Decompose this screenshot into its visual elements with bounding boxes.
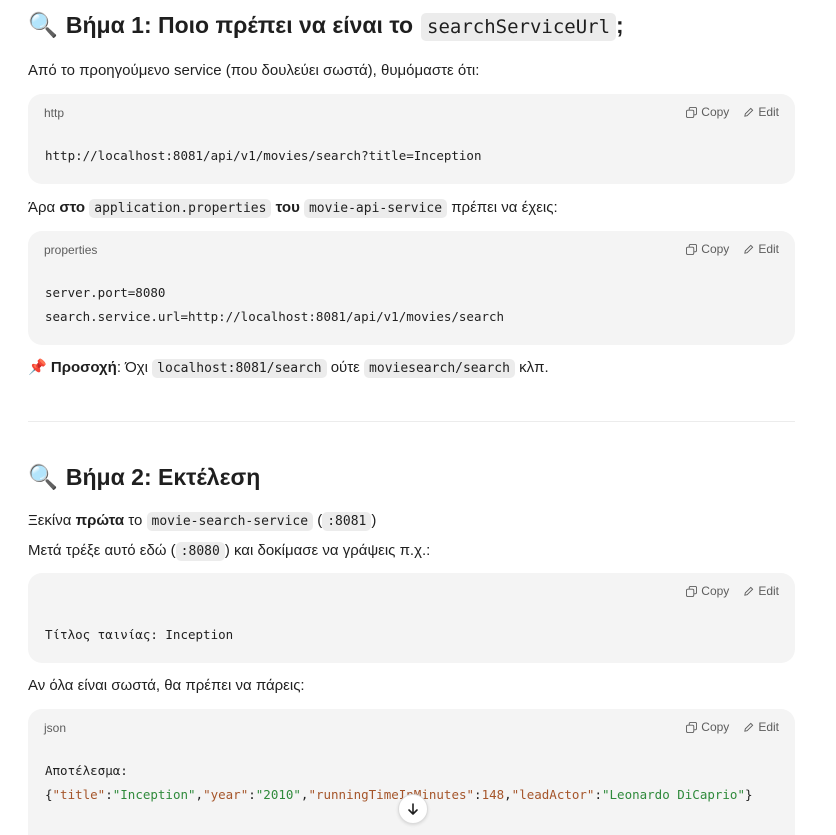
magnifier-icon: 🔍: [28, 11, 58, 39]
copy-icon: [686, 243, 698, 255]
text: (: [313, 512, 323, 529]
json-string: "2010": [255, 787, 301, 802]
pushpin-icon: 📌: [28, 359, 47, 376]
pencil-icon: [744, 722, 754, 732]
copy-button[interactable]: Copy: [686, 242, 729, 256]
text: Όχι: [121, 359, 153, 376]
code-actions: Copy Edit: [686, 720, 779, 734]
step1-suffix: ;: [616, 12, 624, 38]
magnifier-icon: 🔍: [28, 463, 58, 491]
paragraph-intro: Από το προηγούμενο service (που δουλεύει…: [28, 62, 480, 79]
step2-title: Βήμα 2: Εκτέλεση: [65, 464, 261, 490]
chat-message: 🔍 Βήμα 1: Ποιο πρέπει να είναι το search…: [0, 0, 836, 835]
paragraph-run: Μετά τρέξε αυτό εδώ (:8080) και δοκίμασε…: [28, 540, 430, 563]
code-block-plain: Copy Edit Τίτλος ταινίας: Inception: [28, 573, 795, 663]
inline-code: localhost:8081/search: [152, 359, 327, 378]
section-divider: [28, 421, 795, 422]
code-block-http: http Copy Edit http://localhost:8081/api…: [28, 94, 795, 184]
step1-code: searchServiceUrl: [421, 13, 617, 41]
note-paragraph: 📌 Προσοχή: Όχι localhost:8081/search ούτ…: [28, 357, 549, 380]
pencil-icon: [744, 244, 754, 254]
text: το: [124, 512, 147, 529]
bold-text: του: [275, 199, 300, 216]
scroll-to-bottom-button[interactable]: [398, 794, 428, 824]
pencil-icon: [744, 586, 754, 596]
json-key: "year": [203, 787, 249, 802]
inline-code: :8080: [175, 542, 225, 561]
edit-label: Edit: [758, 105, 779, 119]
json-number: 148: [481, 787, 505, 802]
text: Άρα: [28, 199, 60, 216]
text: ούτε: [326, 359, 365, 376]
inline-code: moviesearch/search: [364, 359, 515, 378]
code-line: http://localhost:8081/api/v1/movies/sear…: [45, 148, 482, 163]
copy-icon: [686, 585, 698, 597]
text: Ξεκίνα: [28, 512, 76, 529]
step2-heading: 🔍 Βήμα 2: Εκτέλεση: [28, 464, 260, 491]
code-actions: Copy Edit: [686, 584, 779, 598]
pencil-icon: [744, 107, 754, 117]
copy-button[interactable]: Copy: [686, 720, 729, 734]
code-line: Αποτέλεσμα:: [45, 763, 128, 778]
inline-code: movie-api-service: [303, 199, 448, 218]
copy-button[interactable]: Copy: [686, 584, 729, 598]
paragraph-expected: Αν όλα είναι σωστά, θα πρέπει να πάρεις:: [28, 677, 305, 694]
note-label: Προσοχή: [50, 359, 117, 376]
edit-button[interactable]: Edit: [743, 720, 779, 734]
code-line: server.port=8080: [45, 285, 166, 300]
text: ): [371, 512, 377, 529]
edit-button[interactable]: Edit: [743, 242, 779, 256]
inline-code: movie-search-service: [146, 512, 314, 531]
copy-label: Copy: [701, 242, 730, 256]
code-actions: Copy Edit: [686, 242, 779, 256]
code-line: Τίτλος ταινίας: Inception: [45, 627, 234, 642]
copy-label: Copy: [701, 720, 730, 734]
json-brace: {: [45, 787, 53, 802]
copy-button[interactable]: Copy: [686, 105, 729, 119]
text: ) και δοκίμασε να γράψεις π.χ.:: [224, 542, 431, 559]
bold-text: στο: [59, 199, 86, 216]
text: πρέπει να έχεις:: [447, 199, 558, 216]
bold-text: πρώτα: [75, 512, 125, 529]
code-content: Αποτέλεσμα: {"title":"Inception","year":"…: [45, 759, 753, 807]
text: Μετά τρέξε αυτό εδώ (: [28, 542, 176, 559]
copy-icon: [686, 106, 698, 118]
step1-title: Βήμα 1: Ποιο πρέπει να είναι το: [65, 12, 414, 38]
json-string: "Inception": [112, 787, 196, 802]
code-lang-label: properties: [44, 243, 98, 257]
json-key: "leadActor": [511, 787, 595, 802]
edit-label: Edit: [758, 720, 779, 734]
copy-icon: [686, 721, 698, 733]
text: κλπ.: [514, 359, 549, 376]
arrow-down-icon: [408, 803, 418, 815]
edit-label: Edit: [758, 584, 779, 598]
json-string: "Leonardo DiCaprio": [602, 787, 745, 802]
inline-code: application.properties: [89, 199, 272, 218]
code-lang-label: http: [44, 106, 65, 120]
paragraph-properties: Άρα στο application.properties του movie…: [28, 197, 558, 220]
code-block-properties: properties Copy Edit server.port=8080 sea…: [28, 231, 795, 345]
json-brace: }: [745, 787, 753, 802]
edit-button[interactable]: Edit: [743, 105, 779, 119]
code-line: search.service.url=http://localhost:8081…: [45, 309, 505, 324]
paragraph-start-service: Ξεκίνα πρώτα το movie-search-service (:8…: [28, 510, 376, 533]
edit-label: Edit: [758, 242, 779, 256]
copy-label: Copy: [701, 584, 730, 598]
json-key: "runningTimeInMinutes": [308, 787, 475, 802]
json-key: "title": [52, 787, 106, 802]
code-lang-label: json: [44, 721, 67, 735]
code-content: http://localhost:8081/api/v1/movies/sear…: [45, 144, 482, 168]
code-actions: Copy Edit: [686, 105, 779, 119]
copy-label: Copy: [701, 105, 730, 119]
step1-heading: 🔍 Βήμα 1: Ποιο πρέπει να είναι το search…: [28, 11, 624, 41]
code-content: server.port=8080 search.service.url=http:…: [45, 281, 504, 329]
inline-code: :8081: [322, 512, 372, 531]
edit-button[interactable]: Edit: [743, 584, 779, 598]
code-content: Τίτλος ταινίας: Inception: [45, 623, 233, 647]
